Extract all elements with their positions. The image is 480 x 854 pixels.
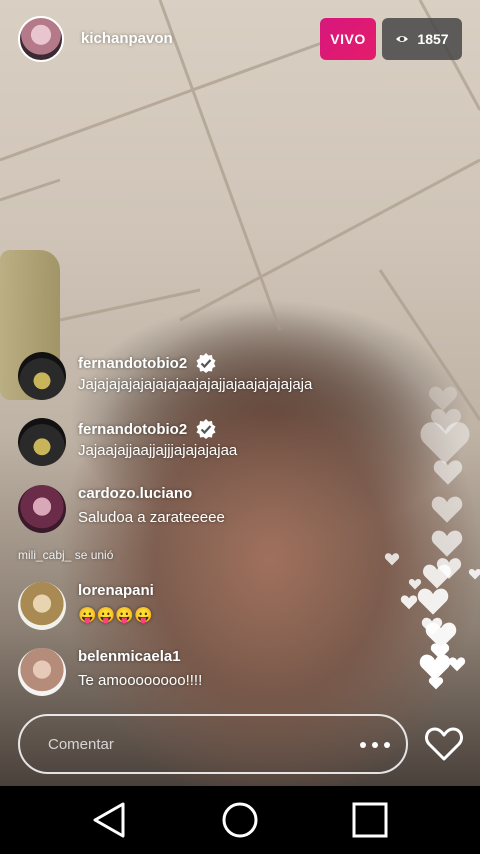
viewer-count: 1857	[417, 31, 449, 47]
heart-icon	[400, 595, 418, 610]
more-dots-icon[interactable]	[360, 732, 390, 758]
heart-icon	[384, 553, 400, 566]
heart-icon	[433, 460, 463, 485]
heart-icon	[431, 496, 463, 523]
viewer-count-badge[interactable]: 1857	[382, 18, 462, 60]
broadcaster-avatar[interactable]	[18, 16, 64, 62]
comment-text: Jajajajajajajajajaajajajjajaajajajajaja	[78, 376, 313, 393]
comment-item[interactable]: lorenapani 😛😛😛😛	[18, 582, 398, 632]
eye-icon	[396, 36, 409, 42]
verified-badge-icon	[196, 353, 216, 373]
commenter-avatar[interactable]	[18, 352, 66, 400]
heart-icon	[448, 657, 466, 672]
commenter-username[interactable]: belenmicaela1	[78, 648, 181, 665]
join-notice: mili_cabj_ se unió	[18, 548, 114, 562]
comment-text: Jajaajajjaajjajjjajajajajaa	[78, 442, 238, 459]
comment-input-box[interactable]: Comentar	[18, 714, 408, 774]
system-navigation-bar	[0, 786, 480, 854]
heart-icon	[431, 530, 463, 557]
commenter-avatar[interactable]	[18, 648, 66, 696]
heart-icon	[428, 677, 444, 690]
comment-text: Saludoa a zarateeeee	[78, 509, 225, 526]
verified-badge-icon	[196, 419, 216, 439]
commenter-username[interactable]: cardozo.luciano	[78, 485, 192, 502]
commenter-username[interactable]: fernandotobio2	[78, 355, 187, 372]
comment-text: Te amoooooooo!!!!	[78, 672, 203, 689]
heart-icon	[417, 588, 449, 615]
comment-item[interactable]: fernandotobio2 Jajajajajajajajajaajajajj…	[18, 352, 398, 402]
broadcaster-username[interactable]: kichanpavon	[81, 30, 173, 47]
comment-text: 😛😛😛😛	[78, 607, 153, 624]
comment-input-placeholder[interactable]: Comentar	[48, 736, 114, 753]
live-header: kichanpavon VIVO 1857	[0, 0, 480, 80]
home-circle-icon[interactable]	[220, 800, 260, 840]
commenter-avatar[interactable]	[18, 485, 66, 533]
heart-icon[interactable]	[424, 726, 464, 762]
commenter-username[interactable]: fernandotobio2	[78, 421, 187, 438]
commenter-avatar[interactable]	[18, 418, 66, 466]
comment-item[interactable]: cardozo.luciano Saludoa a zarateeeee	[18, 485, 398, 535]
heart-icon	[468, 569, 480, 580]
recent-square-icon[interactable]	[350, 800, 390, 840]
floating-hearts	[380, 380, 480, 700]
comment-item[interactable]: belenmicaela1 Te amoooooooo!!!!	[18, 648, 398, 698]
live-badge: VIVO	[320, 18, 376, 60]
comment-item[interactable]: fernandotobio2 Jajaajajjaajjajjjajajajaj…	[18, 418, 398, 468]
commenter-avatar[interactable]	[18, 582, 66, 630]
commenter-username[interactable]: lorenapani	[78, 582, 154, 599]
back-triangle-icon[interactable]	[90, 800, 130, 840]
